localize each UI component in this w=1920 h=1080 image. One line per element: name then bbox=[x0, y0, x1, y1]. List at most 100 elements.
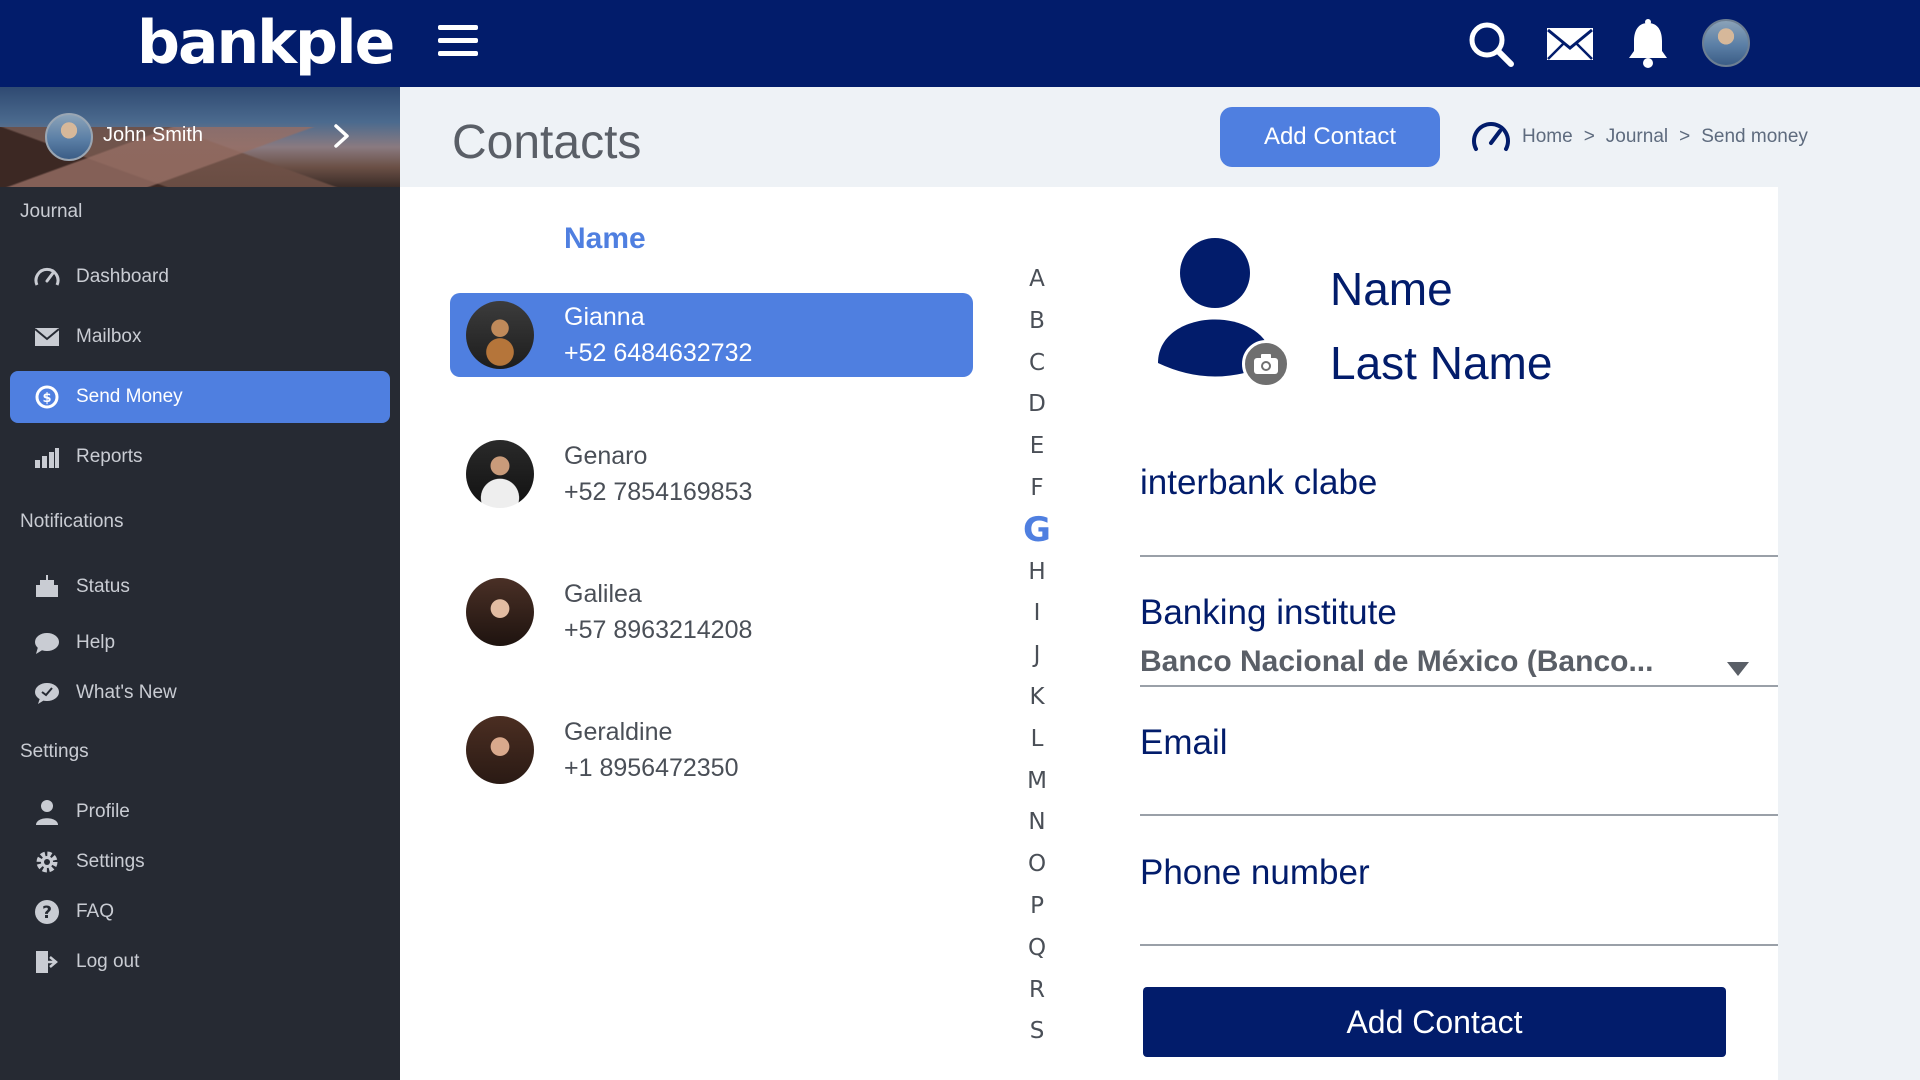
money-icon: $ bbox=[32, 382, 62, 412]
phone-label: Phone number bbox=[1140, 853, 1370, 892]
add-contact-submit-button[interactable]: Add Contact bbox=[1143, 987, 1726, 1057]
bank-select[interactable]: Banco Nacional de México (Banco... bbox=[1140, 645, 1690, 679]
alpha-letter[interactable]: N bbox=[1022, 805, 1052, 847]
alpha-letter[interactable]: E bbox=[1022, 429, 1052, 471]
logout-icon bbox=[32, 947, 62, 977]
svg-text:$: $ bbox=[42, 391, 51, 406]
sidebar-item-label: Log out bbox=[76, 951, 140, 972]
sidebar-item-faq[interactable]: ? FAQ bbox=[10, 886, 390, 938]
sidebar-item-label: What's New bbox=[76, 682, 177, 703]
sidebar-item-label: Mailbox bbox=[76, 326, 142, 347]
sidebar-item-status[interactable]: Status bbox=[10, 561, 390, 613]
contact-phone: +52 7854169853 bbox=[564, 478, 753, 506]
alpha-letter[interactable]: M bbox=[1022, 764, 1052, 806]
gauge-icon bbox=[32, 262, 62, 292]
alpha-letter[interactable]: C bbox=[1022, 346, 1052, 388]
alpha-letter[interactable]: P bbox=[1022, 889, 1052, 931]
chat-icon bbox=[32, 628, 62, 658]
mail-icon[interactable] bbox=[1544, 18, 1596, 70]
contact-item[interactable]: Genaro +52 7854169853 bbox=[450, 432, 973, 516]
contact-item[interactable]: Gianna +52 6484632732 bbox=[450, 293, 973, 377]
sidebar-item-profile[interactable]: Profile bbox=[10, 786, 390, 838]
user-avatar[interactable] bbox=[1702, 19, 1750, 67]
section-title-settings: Settings bbox=[20, 741, 89, 762]
contact-item[interactable]: Geraldine +1 8956472350 bbox=[450, 708, 973, 792]
search-icon[interactable] bbox=[1465, 18, 1517, 70]
contact-name: Gianna bbox=[564, 303, 645, 331]
form-last-name-label[interactable]: Last Name bbox=[1330, 336, 1552, 390]
email-underline bbox=[1140, 814, 1778, 816]
contact-avatar bbox=[466, 716, 534, 784]
clabe-label: interbank clabe bbox=[1140, 463, 1378, 502]
status-icon bbox=[32, 572, 62, 602]
alpha-letter[interactable]: K bbox=[1022, 680, 1052, 722]
alpha-letter[interactable]: L bbox=[1022, 722, 1052, 764]
camera-icon[interactable] bbox=[1242, 340, 1290, 388]
alpha-letter[interactable]: R bbox=[1022, 973, 1052, 1015]
chevron-right-icon[interactable] bbox=[330, 121, 354, 151]
contact-item[interactable]: Galilea +57 8963214208 bbox=[450, 570, 973, 654]
alpha-letter[interactable]: Q bbox=[1022, 931, 1052, 973]
svg-text:?: ? bbox=[42, 903, 52, 923]
menu-icon[interactable] bbox=[438, 25, 478, 61]
email-input[interactable] bbox=[1140, 773, 1778, 813]
alpha-letter[interactable]: J bbox=[1022, 638, 1052, 680]
alpha-letter[interactable]: S bbox=[1022, 1014, 1052, 1056]
breadcrumb-journal[interactable]: Journal bbox=[1606, 126, 1668, 148]
breadcrumb-current: Send money bbox=[1701, 126, 1808, 147]
add-contact-button-header[interactable]: Add Contact bbox=[1220, 107, 1440, 167]
sidebar-item-label: Send Money bbox=[76, 386, 183, 407]
alpha-letter[interactable]: A bbox=[1022, 262, 1052, 304]
sidebar-item-whats-new[interactable]: What's New bbox=[10, 667, 390, 719]
alpha-letter[interactable]: B bbox=[1022, 304, 1052, 346]
breadcrumb: Home > Journal > Send money bbox=[1470, 117, 1808, 157]
contact-name: Genaro bbox=[564, 442, 648, 470]
profile-banner[interactable]: John Smith bbox=[0, 87, 400, 187]
profile-avatar bbox=[45, 113, 93, 161]
sidebar-item-label: Reports bbox=[76, 446, 143, 467]
breadcrumb-home[interactable]: Home bbox=[1522, 126, 1573, 148]
alpha-letter[interactable]: D bbox=[1022, 387, 1052, 429]
sidebar-item-send-money[interactable]: $ Send Money bbox=[10, 371, 390, 423]
sidebar-item-settings[interactable]: Settings bbox=[10, 836, 390, 888]
alphabet-index: A B C D E F G H I J K L M N O P Q R S bbox=[1022, 262, 1052, 1056]
person-icon bbox=[32, 797, 62, 827]
alpha-letter[interactable]: O bbox=[1022, 847, 1052, 889]
clabe-input[interactable] bbox=[1140, 513, 1778, 553]
profile-name: John Smith bbox=[103, 124, 204, 146]
sidebar-item-help[interactable]: Help bbox=[10, 617, 390, 669]
alpha-letter[interactable]: H bbox=[1022, 555, 1052, 597]
section-title-notifications: Notifications bbox=[20, 511, 124, 532]
bank-label: Banking institute bbox=[1140, 593, 1397, 632]
email-label: Email bbox=[1140, 723, 1228, 762]
sidebar-item-logout[interactable]: Log out bbox=[10, 936, 390, 988]
sidebar-item-dashboard[interactable]: Dashboard bbox=[10, 251, 390, 303]
alpha-letter-active[interactable]: G bbox=[1022, 513, 1052, 555]
sidebar-item-reports[interactable]: Reports bbox=[10, 431, 390, 483]
form-name-label[interactable]: Name bbox=[1330, 262, 1453, 316]
sidebar-item-label: Dashboard bbox=[76, 266, 169, 287]
chevron-down-icon[interactable] bbox=[1726, 660, 1750, 678]
sidebar-item-label: Settings bbox=[76, 851, 145, 872]
gear-icon bbox=[32, 847, 62, 877]
contact-avatar bbox=[466, 578, 534, 646]
sidebar-item-label: Help bbox=[76, 632, 116, 653]
sidebar-item-label: Status bbox=[76, 576, 130, 597]
alpha-letter[interactable]: I bbox=[1022, 596, 1052, 638]
sidebar-item-label: Profile bbox=[76, 801, 130, 822]
content-header: Contacts Add Contact Home > Journal > Se… bbox=[400, 87, 1920, 187]
right-gutter bbox=[1778, 187, 1920, 1080]
bankple-logo[interactable]: bankple bbox=[137, 8, 395, 78]
contact-phone: +1 8956472350 bbox=[564, 754, 739, 782]
clabe-underline bbox=[1140, 555, 1778, 557]
bell-icon[interactable] bbox=[1622, 18, 1674, 70]
sidebar: John Smith Journal Dashboard Mailbox $ S… bbox=[0, 87, 400, 1080]
contact-name: Galilea bbox=[564, 580, 642, 608]
alpha-letter[interactable]: F bbox=[1022, 471, 1052, 513]
top-bar: bankple bbox=[0, 0, 1920, 87]
sidebar-item-mailbox[interactable]: Mailbox bbox=[10, 311, 390, 363]
sidebar-item-label: FAQ bbox=[76, 901, 115, 922]
gauge-icon bbox=[1472, 122, 1510, 151]
phone-input[interactable] bbox=[1140, 903, 1778, 943]
contacts-column-header[interactable]: Name bbox=[564, 222, 646, 256]
